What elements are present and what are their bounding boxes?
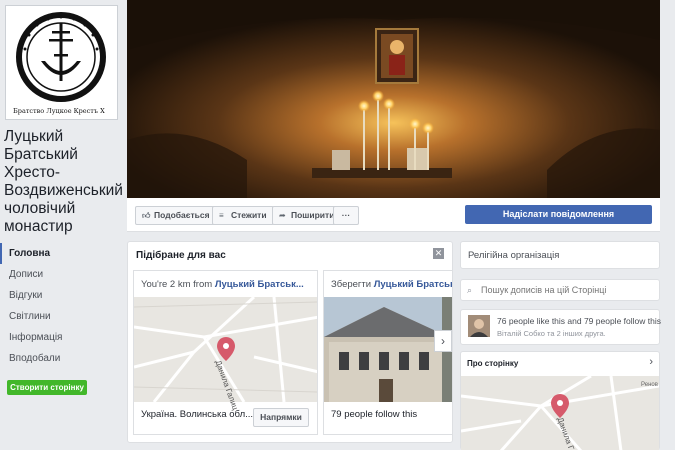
left-column: Братство Луцкое Крестъ X Луцький Братськ… — [0, 0, 124, 450]
avatar-image: Братство Луцкое Крестъ X — [9, 9, 114, 116]
cave-candles-image — [127, 0, 660, 198]
page-link[interactable]: Луцький Братськ... — [215, 279, 304, 290]
chevron-right-icon[interactable]: › — [434, 330, 452, 352]
page-title[interactable]: Луцький Братський Хресто-Воздвиженський … — [4, 128, 124, 236]
suggestion-card-directions: You're 2 km from Луцький Братськ... Дани… — [133, 270, 318, 435]
street-map-icon — [461, 376, 659, 450]
map-place-label: Ренов — [641, 382, 658, 388]
suggested-title: Підібране для вас — [136, 250, 226, 261]
share-arrow-icon: ➦ — [279, 211, 286, 220]
page-avatar[interactable]: Братство Луцкое Крестъ X — [5, 5, 118, 120]
page-category[interactable]: Релігійна організація — [460, 241, 660, 269]
page-post-search: ⌕ — [460, 279, 660, 301]
card-heading: You're 2 km from Луцький Братськ... — [141, 279, 304, 290]
chevron-right-icon[interactable]: › — [649, 356, 653, 368]
search-icon: ⌕ — [467, 285, 473, 295]
nav-item-photos[interactable]: Світлини — [0, 306, 122, 327]
nav-item-reviews[interactable]: Відгуки — [0, 285, 122, 306]
follow-button[interactable]: ≡ Стежити — [212, 206, 274, 225]
brotherhood-seal-icon — [16, 12, 106, 102]
likes-summary: 76 people like this and 79 people follow… — [460, 309, 661, 345]
friend-avatar[interactable] — [468, 315, 490, 337]
close-icon[interactable]: ✕ — [433, 248, 444, 259]
cover-photo[interactable] — [127, 0, 660, 198]
about-map[interactable]: Данила Г Ренов — [461, 376, 659, 450]
rss-icon: ≡ — [219, 211, 224, 220]
thumbs-up-icon: 👍︎ — [142, 211, 151, 220]
person-avatar-icon — [468, 315, 490, 337]
likes-count-text: 76 people like this and 79 people follow… — [497, 316, 661, 326]
send-message-button[interactable]: Надіслати повідомлення — [465, 205, 652, 224]
directions-button[interactable]: Напрямки — [253, 408, 309, 427]
friends-like-text[interactable]: Віталій Собко та 2 інших друга. — [497, 329, 606, 338]
like-button[interactable]: 👍︎ Подобається — [135, 206, 217, 225]
create-page-button[interactable]: Створити сторінку — [7, 380, 87, 395]
card-heading: Зберегти Луцький Братськ... — [331, 279, 452, 290]
page-link[interactable]: Луцький Братськ... — [374, 279, 452, 290]
nav-item-posts[interactable]: Дописи — [0, 264, 122, 285]
card-followers: 79 people follow this — [331, 409, 418, 420]
card-address: Україна. Волинська обл... — [141, 409, 254, 420]
search-input[interactable] — [481, 282, 656, 298]
nav-item-about[interactable]: Інформація — [0, 327, 122, 348]
about-page-box: Про сторінку › Данила Г Ренов — [460, 351, 660, 450]
page-nav: Головна Дописи Відгуки Світлини Інформац… — [0, 243, 122, 369]
nav-item-home[interactable]: Головна — [0, 243, 122, 264]
more-button[interactable]: ··· — [333, 206, 359, 225]
map-image[interactable]: Данила Галиц — [134, 295, 317, 411]
avatar-caption: Братство Луцкое Крестъ X — [13, 107, 105, 115]
about-title[interactable]: Про сторінку — [467, 359, 518, 368]
suggestion-card-save: Зберегти Луцький Братськ... 79 people fo… — [323, 270, 452, 435]
share-button[interactable]: ➦ Поширити — [272, 206, 342, 225]
suggested-panel: Підібране для вас ✕ You're 2 km from Луц… — [127, 241, 453, 443]
page-action-bar: 👍︎ Подобається ≡ Стежити ➦ Поширити ··· Над… — [127, 198, 660, 232]
nav-item-likes[interactable]: Вподобали — [0, 348, 122, 369]
